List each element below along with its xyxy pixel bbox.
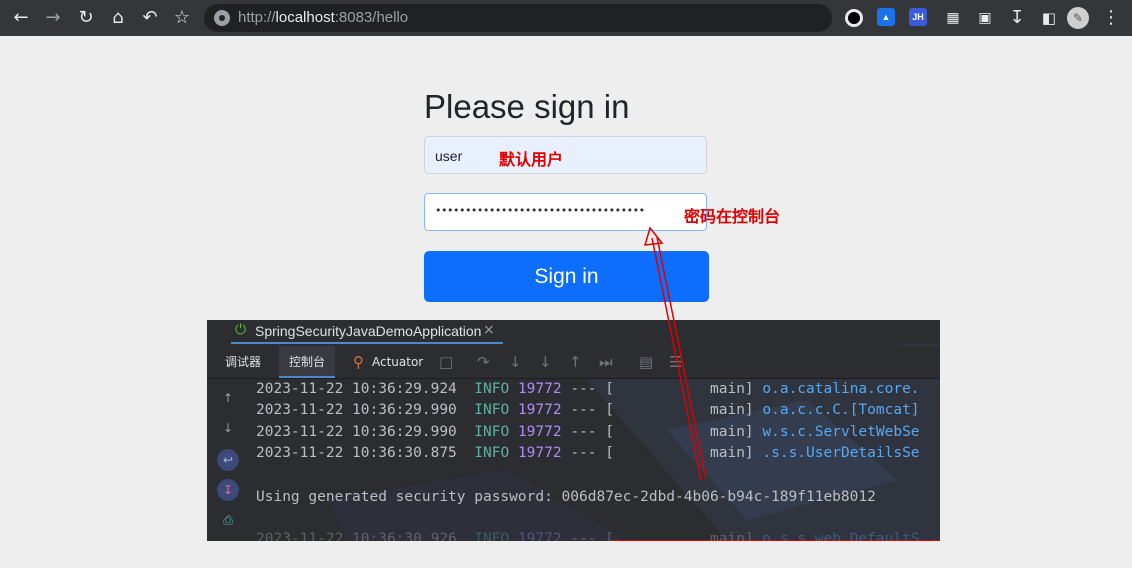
address-bar[interactable]: http://localhost:8083/hello <box>204 4 832 32</box>
force-step-into-icon[interactable]: ↓ <box>539 353 552 371</box>
username-value: user <box>435 148 463 164</box>
password-masked-value: ••••••••••••••••••••••••••••••••••• <box>435 204 645 217</box>
scroll-to-end-icon[interactable]: ↧ <box>217 479 239 501</box>
tab-console[interactable]: 控制台 <box>279 346 336 378</box>
password-log-line: Using generated security password: 006d8… <box>256 489 876 505</box>
sidepanel-icon[interactable]: ◧ <box>1037 6 1061 30</box>
ide-toolbar: 调试器 控制台 ⚲ Actuator □ ↷ ↓ ↓ ↑ ⏭ ▤ ☰ <box>207 346 940 379</box>
username-input[interactable]: user <box>424 136 707 174</box>
jh-extension-icon[interactable]: JH <box>909 8 927 26</box>
restore-layout-icon[interactable]: □ <box>439 353 453 371</box>
ide-tab-bar: ⏻ SpringSecurityJavaDemoApplication × <box>207 320 940 344</box>
console-gutter: ↑ ↓ ↩ ↧ ⎙ <box>207 379 247 541</box>
scroll-up-icon[interactable]: ↑ <box>217 387 239 409</box>
sign-in-button[interactable]: Sign in <box>424 251 709 302</box>
log-line: 2023-11-22 10:36:30.875 INFO 19772 --- [… <box>256 445 920 461</box>
log-line: 2023-11-22 10:36:29.924 INFO 19772 --- [… <box>256 381 920 397</box>
log-line: 2023-11-22 10:36:30.926 INFO 19772 --- [… <box>256 531 920 541</box>
site-info-icon[interactable] <box>214 10 230 26</box>
console-output: 2023-11-22 10:36:29.924 INFO 19772 --- [… <box>247 379 940 541</box>
print-icon[interactable]: ⎙ <box>217 509 239 531</box>
bookmark-star-icon[interactable]: ☆ <box>170 6 194 30</box>
scroll-down-icon[interactable]: ↓ <box>217 417 239 439</box>
tab-debugger[interactable]: 调试器 <box>215 346 271 378</box>
tab-actuator[interactable]: Actuator <box>362 346 433 378</box>
menu-dots-icon[interactable]: ⋮ <box>1099 6 1123 30</box>
ide-run-panel: ⏻ SpringSecurityJavaDemoApplication × 调试… <box>207 320 940 541</box>
log-line: 2023-11-22 10:36:29.990 INFO 19772 --- [… <box>256 424 920 440</box>
generated-password[interactable]: 006d87ec-2dbd-4b06-b94c-189f11eb8012 <box>562 489 876 505</box>
step-over-icon[interactable]: ↷ <box>477 353 490 371</box>
evaluate-icon[interactable]: ▤ <box>639 353 653 371</box>
close-icon[interactable]: × <box>483 322 495 338</box>
record-extension-icon[interactable] <box>845 9 863 27</box>
step-into-icon[interactable]: ↓ <box>509 353 522 371</box>
power-icon: ⏻ <box>235 322 247 338</box>
url-text[interactable]: http://localhost:8083/hello <box>238 9 408 26</box>
log-line: 2023-11-22 10:36:29.990 INFO 19772 --- [… <box>256 402 920 418</box>
run-to-cursor-icon[interactable]: ⏭ <box>599 353 613 371</box>
browser-toolbar: ← → ↻ ⌂ ↶ ☆ http://localhost:8083/hello … <box>0 0 1132 36</box>
password-input[interactable]: ••••••••••••••••••••••••••••••••••• <box>424 193 707 231</box>
run-config-label: SpringSecurityJavaDemoApplication <box>255 323 482 339</box>
page-title: Please sign in <box>424 88 630 125</box>
download-icon[interactable]: ↧ <box>1005 6 1029 30</box>
soft-wrap-icon[interactable]: ↩ <box>217 449 239 471</box>
forward-icon[interactable]: → <box>41 6 65 30</box>
run-config-tab[interactable]: ⏻ SpringSecurityJavaDemoApplication × <box>231 320 503 344</box>
reload-icon[interactable]: ↻ <box>74 6 98 30</box>
settings-list-icon[interactable]: ☰ <box>669 353 682 371</box>
crop-icon[interactable]: ▣ <box>973 6 997 30</box>
default-user-annotation: 默认用户 <box>499 150 564 169</box>
undo-icon[interactable]: ↶ <box>138 6 162 30</box>
password-hint-annotation: 密码在控制台 <box>684 207 781 226</box>
step-out-icon[interactable]: ↑ <box>569 353 582 371</box>
profile-avatar-icon[interactable]: ✎ <box>1067 7 1089 29</box>
home-icon[interactable]: ⌂ <box>106 6 130 30</box>
translate-extension-icon[interactable]: ▲ <box>877 8 895 26</box>
extensions-grid-icon[interactable]: ▦ <box>941 6 965 30</box>
back-icon[interactable]: ← <box>9 6 33 30</box>
